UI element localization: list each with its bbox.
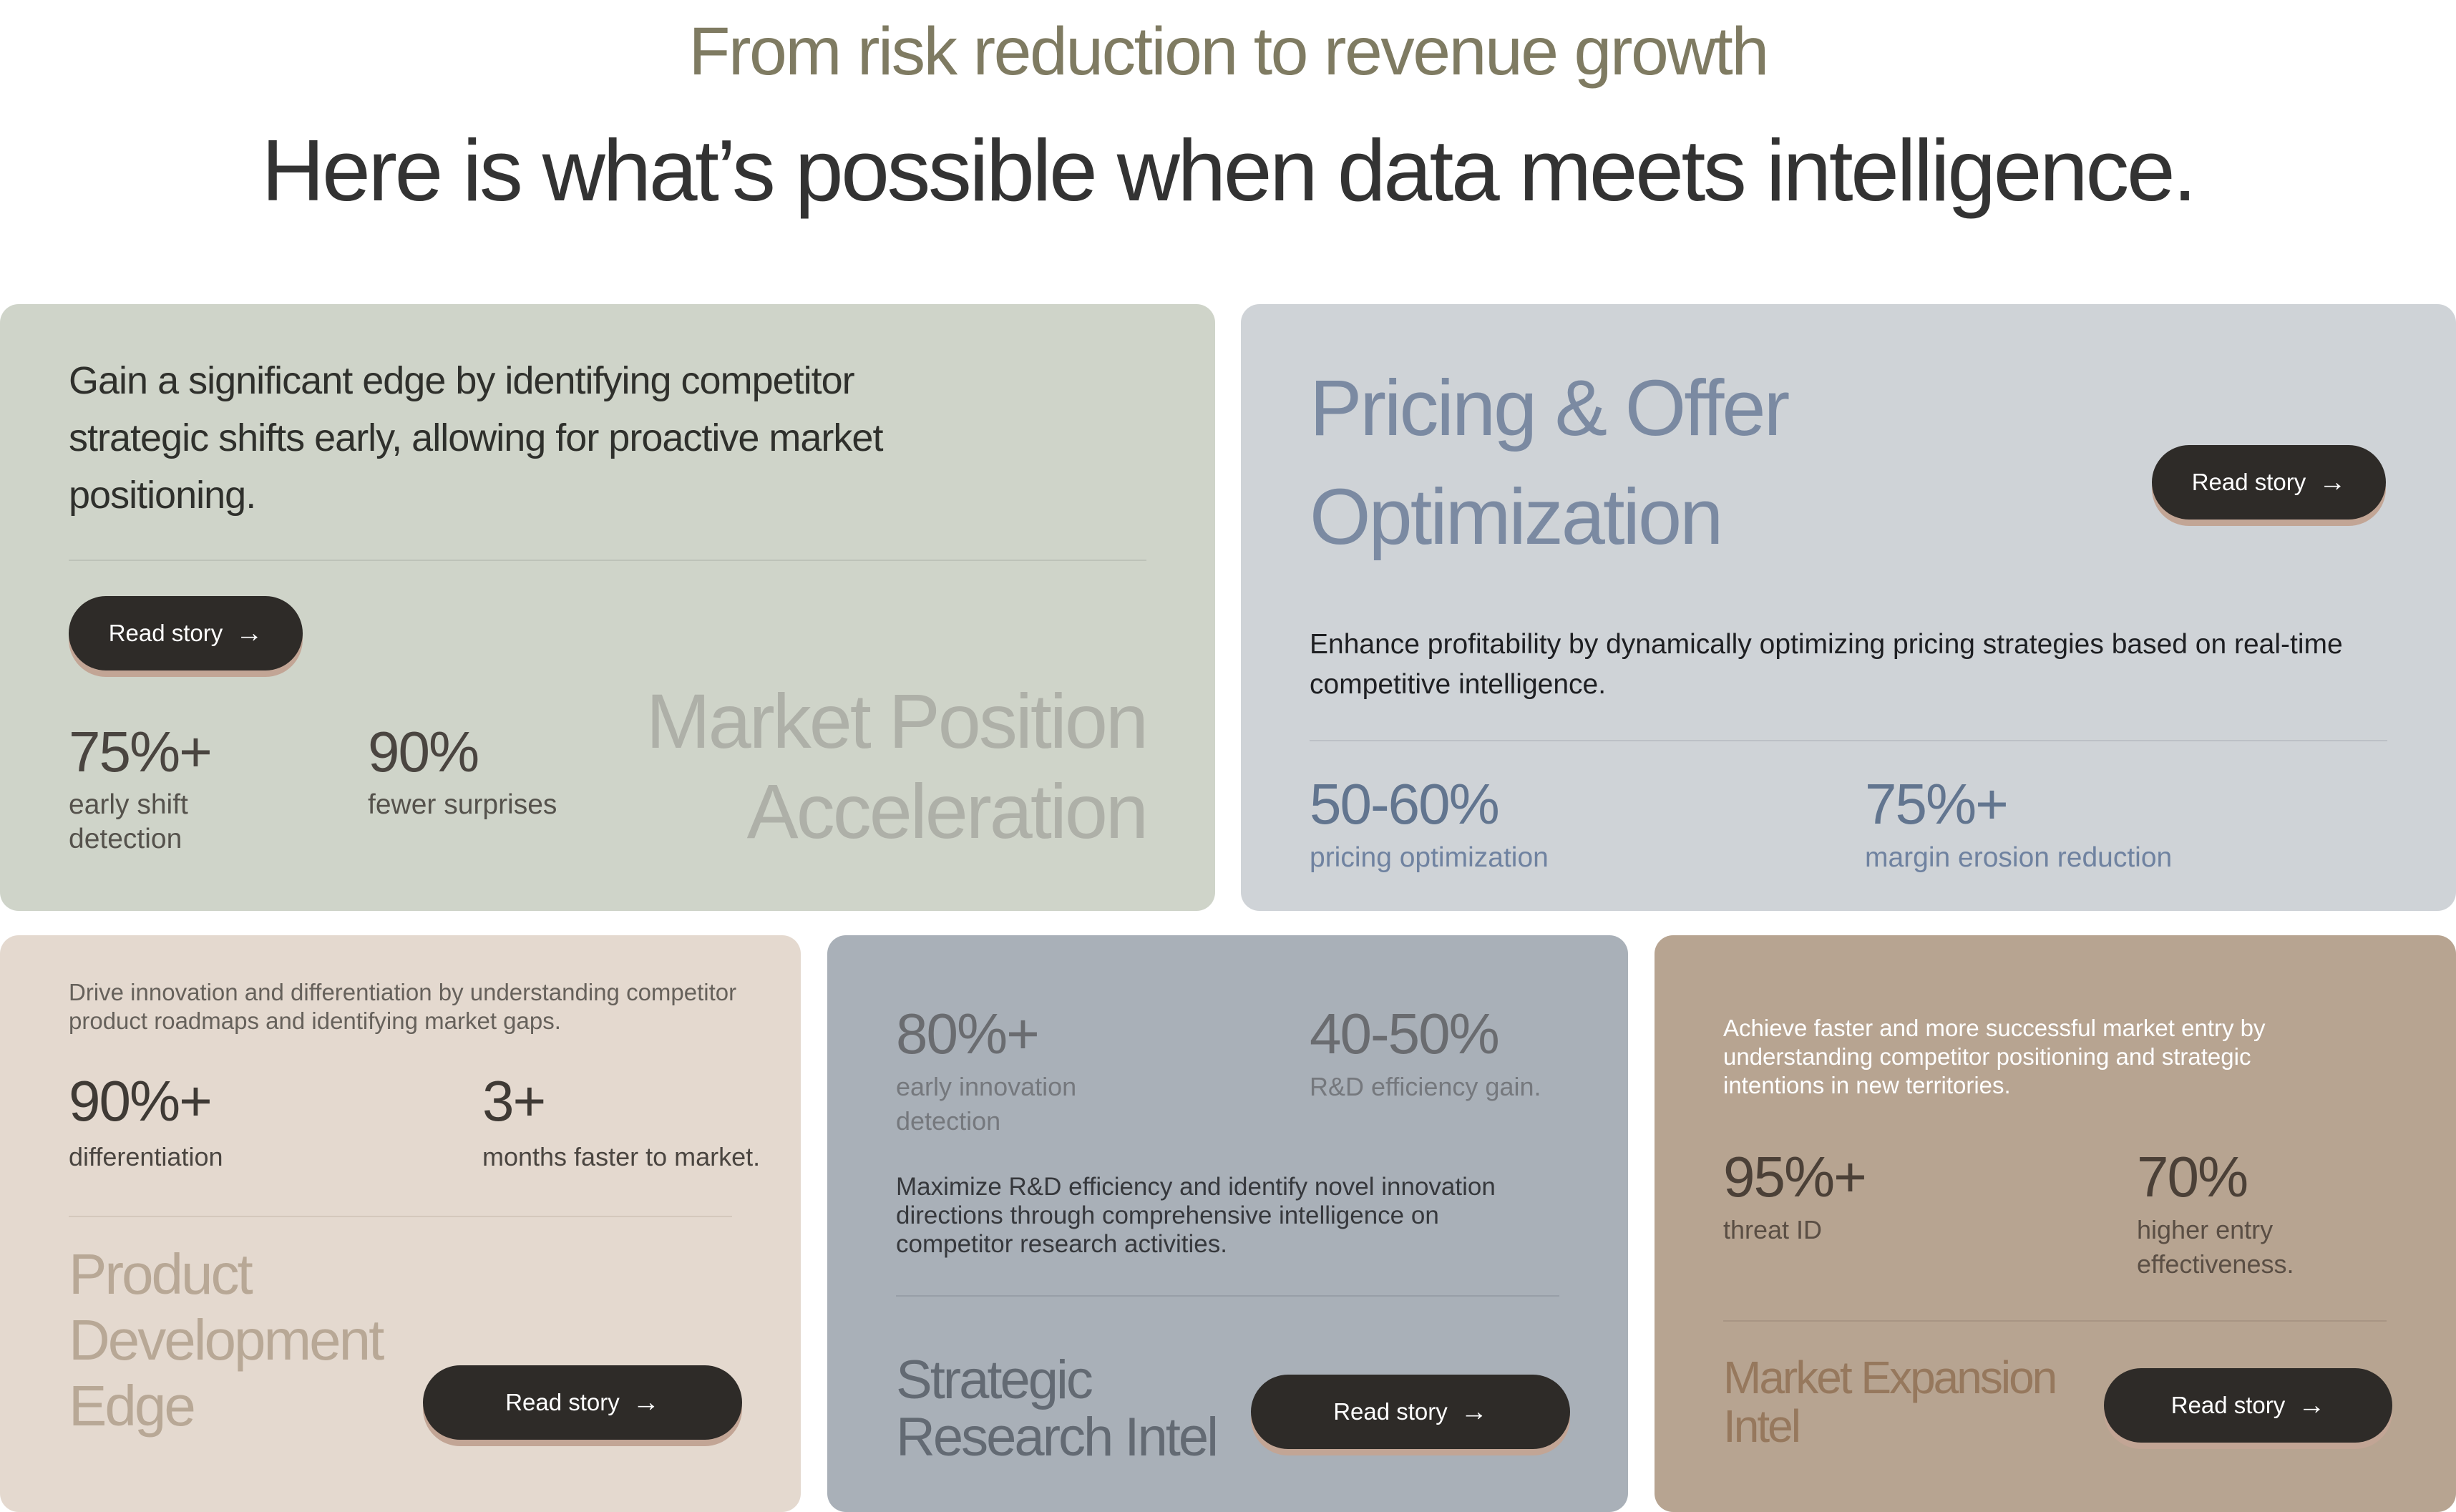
- card-title-line: Market Expansion: [1723, 1352, 2057, 1403]
- card-market-position: Gain a significant edge by identifying c…: [0, 304, 1215, 911]
- card-title: Product Development Edge: [69, 1242, 384, 1439]
- card-description: Enhance profitability by dynamically opt…: [1310, 629, 2343, 700]
- card-divider: [1723, 1320, 2387, 1322]
- stat-label: differentiation: [69, 1142, 223, 1171]
- card-title-line: Strategic: [896, 1350, 1093, 1410]
- card-title-line: Pricing & Offer: [1310, 364, 1790, 452]
- card-description: Drive innovation and differentiation by …: [69, 979, 737, 1034]
- stat-value: 50-60%: [1310, 772, 1500, 836]
- button-label: Read story: [2191, 469, 2306, 495]
- button-label: Read story: [1333, 1398, 1448, 1425]
- card-title-line: Product: [69, 1242, 253, 1306]
- stat-value: 90%+: [69, 1069, 213, 1133]
- arrow-right-icon: →: [235, 618, 263, 648]
- stat-value: 3+: [482, 1069, 546, 1133]
- stat-label: pricing optimization: [1310, 842, 1549, 873]
- card-divider: [69, 1216, 732, 1217]
- card-description: Achieve faster and more successful marke…: [1723, 1015, 2266, 1098]
- stat-label: months faster to market.: [482, 1142, 761, 1171]
- stat-label: fewer surprises: [368, 789, 557, 820]
- card-title: Strategic Research Intel: [896, 1350, 1219, 1468]
- card-description: Maximize R&D efficiency and identify nov…: [896, 1173, 1496, 1258]
- card-divider: [896, 1295, 1559, 1297]
- stat-value: 40-50%: [1310, 1002, 1500, 1065]
- card-divider: [69, 560, 1146, 561]
- card-title-line: Research Intel: [896, 1407, 1219, 1468]
- arrow-right-icon: →: [1460, 1397, 1488, 1427]
- stat-value: 90%: [368, 720, 479, 784]
- button-label: Read story: [108, 620, 223, 646]
- card-pricing: Pricing & Offer Optimization Read story …: [1241, 304, 2456, 911]
- stat-label: margin erosion reduction: [1865, 842, 2173, 873]
- stat-label: early innovation detection: [896, 1072, 1077, 1136]
- stat-value: 75%+: [69, 720, 213, 784]
- stat-label: higher entry effectiveness.: [2137, 1215, 2294, 1279]
- card-research: 80%+ early innovation detection 40-50% R…: [827, 935, 1628, 1512]
- card-title-line: Acceleration: [746, 768, 1149, 854]
- card-divider: [1310, 740, 2387, 741]
- card-product: Drive innovation and differentiation by …: [0, 935, 801, 1512]
- stat-value: 80%+: [896, 1002, 1040, 1065]
- section-headline: Here is what’s possible when data meets …: [261, 122, 2197, 219]
- card-expansion: Achieve faster and more successful marke…: [1655, 935, 2456, 1512]
- section-eyebrow: From risk reduction to revenue growth: [688, 14, 1769, 89]
- card-title-line: Optimization: [1310, 473, 1723, 561]
- arrow-right-icon: →: [632, 1387, 660, 1418]
- card-title-line: Market Position: [645, 678, 1149, 764]
- read-story-button[interactable]: Read story →: [2152, 445, 2386, 520]
- card-title: Market Position Acceleration: [645, 676, 1149, 857]
- read-story-button[interactable]: Read story →: [69, 596, 303, 670]
- arrow-right-icon: →: [2319, 467, 2347, 497]
- stat-label: threat ID: [1723, 1215, 1823, 1244]
- stat-value: 75%+: [1865, 772, 2009, 836]
- card-title: Pricing & Offer Optimization: [1310, 354, 1790, 572]
- stat-label: R&D efficiency gain.: [1310, 1072, 1541, 1101]
- stat-value: 70%: [2137, 1145, 2248, 1209]
- card-description: Gain a significant edge by identifying c…: [69, 359, 883, 517]
- stat-label: early shift detection: [69, 789, 188, 854]
- button-label: Read story: [2170, 1392, 2286, 1418]
- card-title-line: Edge: [69, 1374, 196, 1438]
- button-label: Read story: [505, 1389, 620, 1415]
- card-title-line: Intel: [1723, 1400, 1801, 1452]
- card-title-line: Development: [69, 1308, 384, 1372]
- stat-value: 95%+: [1723, 1145, 1867, 1209]
- arrow-right-icon: →: [2298, 1390, 2326, 1420]
- read-story-button[interactable]: Read story →: [1251, 1375, 1570, 1449]
- card-title: Market Expansion Intel: [1723, 1352, 2057, 1452]
- read-story-button[interactable]: Read story →: [423, 1365, 742, 1440]
- read-story-button[interactable]: Read story →: [2104, 1368, 2392, 1443]
